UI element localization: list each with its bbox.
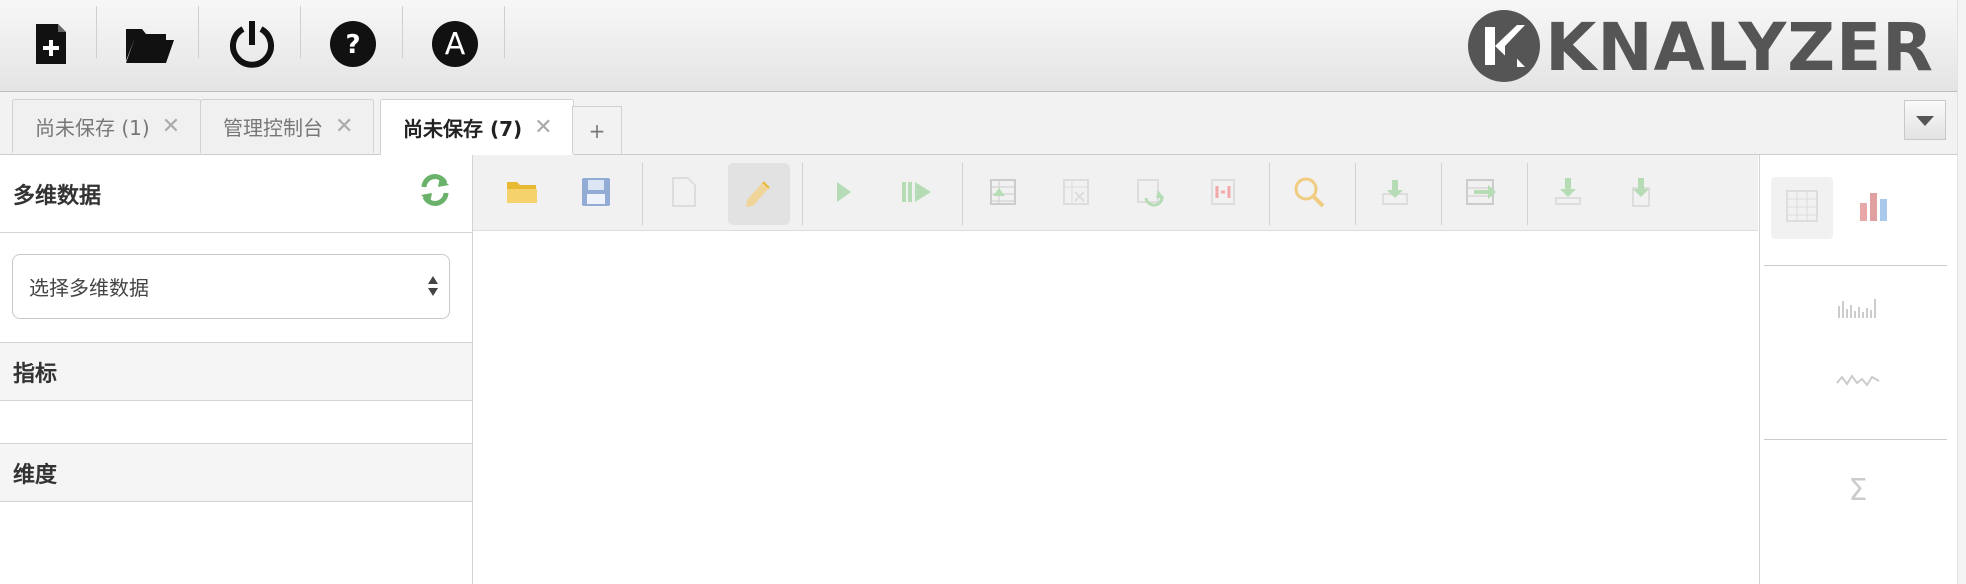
tab-admin-console[interactable]: 管理控制台 ✕ xyxy=(200,99,375,153)
tab-unsaved-1[interactable]: 尚未保存 (1) ✕ xyxy=(12,99,202,153)
search-icon xyxy=(1293,176,1325,212)
tab-label: 尚未保存 (1) xyxy=(35,116,150,140)
new-document-icon xyxy=(34,22,68,70)
remove-icon xyxy=(1060,176,1092,212)
close-icon[interactable]: ✕ xyxy=(335,114,353,139)
add-tab-button[interactable]: + xyxy=(572,106,622,154)
open-button[interactable] xyxy=(491,163,553,225)
knalyzer-logo-icon xyxy=(1467,9,1541,87)
caret-down-icon xyxy=(1916,111,1934,130)
cube-select[interactable]: 选择多维数据 xyxy=(12,254,450,319)
save-button[interactable] xyxy=(565,163,627,225)
logout-button[interactable] xyxy=(201,0,302,91)
new-query-button[interactable] xyxy=(0,0,101,91)
page-scrollbar[interactable] xyxy=(1957,0,1966,584)
line-sparkline-icon xyxy=(1836,371,1880,393)
close-icon[interactable]: ✕ xyxy=(162,114,180,139)
search-button[interactable] xyxy=(1278,163,1340,225)
cube-header: 多维数据 xyxy=(0,155,472,233)
download-button[interactable] xyxy=(1537,163,1599,225)
download-alt-button[interactable] xyxy=(1610,163,1672,225)
logo-text: KNALYZER xyxy=(1545,9,1934,86)
chart-view-icon xyxy=(1857,189,1891,227)
measures-label: 指标 xyxy=(13,361,58,387)
drill-up-icon xyxy=(987,176,1019,212)
query-toolbar xyxy=(473,155,1758,231)
power-icon xyxy=(227,19,277,73)
left-panel: 多维数据 选择多维数据 指标 维度 xyxy=(0,155,473,584)
line-sparkline-button[interactable] xyxy=(1828,357,1888,407)
help-icon: ? xyxy=(329,20,377,72)
download-icon xyxy=(1552,176,1584,212)
switch-icon xyxy=(1464,176,1498,212)
hide-parents-icon xyxy=(1207,176,1239,212)
edit-icon xyxy=(743,176,775,212)
table-view-button[interactable] xyxy=(1771,177,1833,239)
table-view-icon xyxy=(1785,189,1819,227)
bar-sparkline-button[interactable] xyxy=(1828,285,1888,335)
svg-text:?: ? xyxy=(345,30,360,60)
open-query-button[interactable] xyxy=(99,0,200,91)
tab-label: 管理控制台 xyxy=(223,116,323,140)
new-icon xyxy=(672,177,696,211)
measures-header: 指标 xyxy=(0,342,472,401)
help-button[interactable]: ? xyxy=(302,0,403,91)
svg-text:A: A xyxy=(444,27,465,62)
cube-header-label: 多维数据 xyxy=(13,183,102,209)
drill-up-button[interactable] xyxy=(972,163,1034,225)
run-button[interactable] xyxy=(813,163,875,225)
close-icon[interactable]: ✕ xyxy=(534,115,552,140)
hide-parents-button[interactable] xyxy=(1192,163,1254,225)
sum-button[interactable]: Σ xyxy=(1828,465,1888,515)
about-a-icon: A xyxy=(431,20,479,72)
bar-sparkline-icon xyxy=(1837,297,1879,323)
tab-label: 尚未保存 (7) xyxy=(403,117,523,141)
remove-button[interactable] xyxy=(1045,163,1107,225)
run-icon xyxy=(834,180,854,208)
download-alt-icon xyxy=(1625,176,1657,212)
dimensions-label: 维度 xyxy=(13,462,58,488)
run-step-icon xyxy=(900,180,934,208)
switch-button[interactable] xyxy=(1450,163,1512,225)
tab-unsaved-7[interactable]: 尚未保存 (7) ✕ xyxy=(380,99,574,155)
about-button[interactable]: A xyxy=(404,0,505,91)
tab-bar: 尚未保存 (1) ✕ 管理控制台 ✕ 尚未保存 (7) ✕ + xyxy=(0,92,1958,155)
refresh-icon[interactable] xyxy=(418,173,452,211)
knalyzer-logo: KNALYZER xyxy=(1467,8,1934,88)
cube-select-value: 选择多维数据 xyxy=(29,276,149,300)
dimensions-header: 维度 xyxy=(0,443,472,502)
save-icon xyxy=(581,177,611,211)
chart-view-button[interactable] xyxy=(1843,177,1905,239)
sum-icon: Σ xyxy=(1848,472,1868,508)
folder-open-icon xyxy=(124,23,176,69)
tab-list-dropdown[interactable] xyxy=(1904,100,1946,140)
open-icon xyxy=(506,179,538,209)
select-arrows-icon xyxy=(427,275,439,302)
swap-button[interactable] xyxy=(1119,163,1181,225)
export-button[interactable] xyxy=(1364,163,1426,225)
query-result-area xyxy=(473,231,1758,584)
right-panel: Σ xyxy=(1759,155,1959,584)
top-toolbar: ? A KNALYZER xyxy=(0,0,1958,92)
edit-button[interactable] xyxy=(728,163,790,225)
export-icon xyxy=(1379,176,1411,212)
run-step-button[interactable] xyxy=(886,163,948,225)
swap-icon xyxy=(1134,176,1166,212)
new-button[interactable] xyxy=(653,163,715,225)
